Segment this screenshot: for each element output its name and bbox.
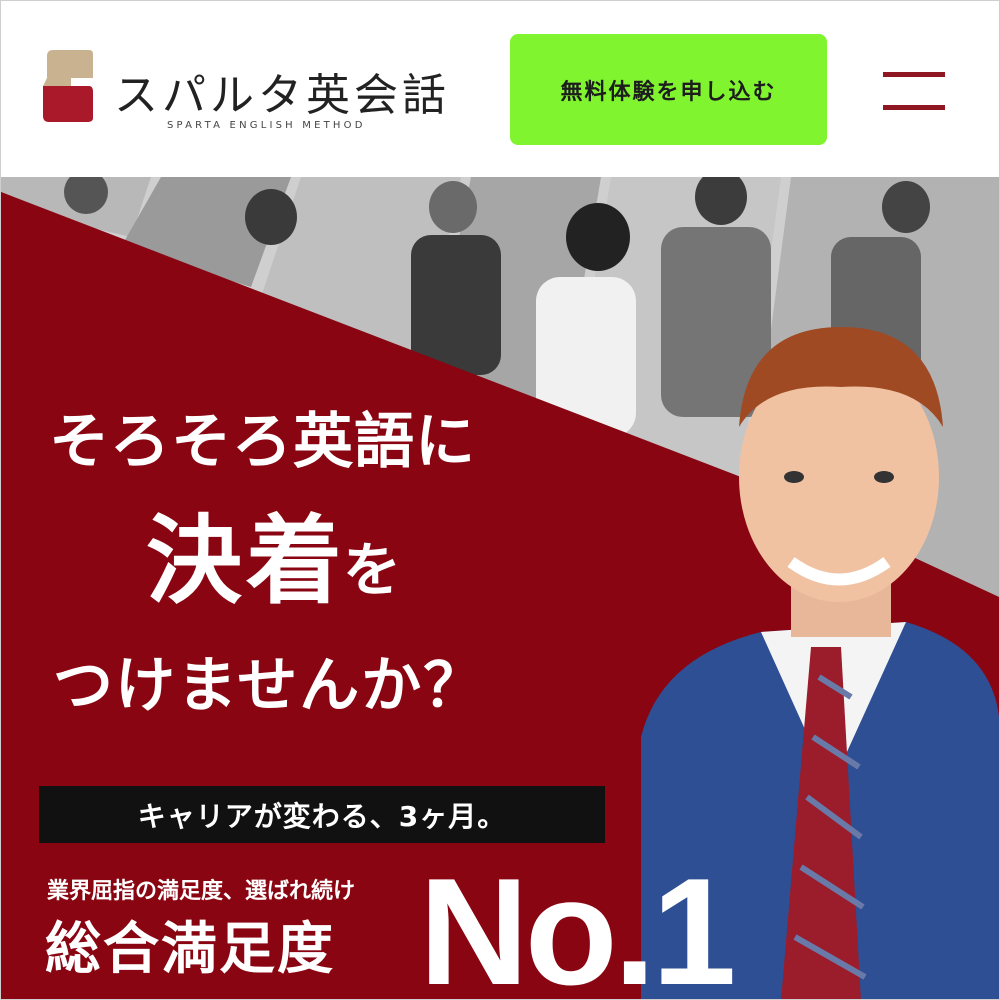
career-tagline: キャリアが変わる、3ヶ月。 bbox=[39, 786, 605, 843]
hamburger-menu-button[interactable] bbox=[883, 72, 945, 110]
hamburger-icon-bar bbox=[883, 105, 945, 110]
hamburger-icon bbox=[883, 72, 945, 77]
headline-line-3: つけませんか？ bbox=[53, 651, 486, 721]
sparta-logo-icon[interactable] bbox=[41, 48, 95, 124]
site-header: スパルタ英会話 SPARTA ENGLISH METHOD 無料体験を申し込む bbox=[1, 1, 999, 177]
headline-particle: を bbox=[343, 536, 402, 604]
headline-emphasis: 決着 bbox=[146, 505, 346, 617]
page-frame: スパルタ英会話 SPARTA ENGLISH METHOD 無料体験を申し込む bbox=[0, 0, 1000, 1000]
rating-value: No.1 bbox=[419, 847, 736, 1000]
rating-label: 総合満足度 bbox=[45, 917, 335, 982]
satisfaction-subtitle: 業界屈指の満足度、選ばれ続け bbox=[47, 879, 356, 904]
brand-tagline: SPARTA ENGLISH METHOD bbox=[167, 120, 366, 131]
hero-section: そろそろ英語に 決着 を つけませんか？ キャリアが変わる、3ヶ月。 業界屈指の… bbox=[1, 177, 999, 1000]
headline-line-1: そろそろ英語に bbox=[49, 407, 476, 477]
free-trial-button[interactable]: 無料体験を申し込む bbox=[510, 34, 827, 145]
brand-name[interactable]: スパルタ英会話 bbox=[114, 59, 450, 123]
